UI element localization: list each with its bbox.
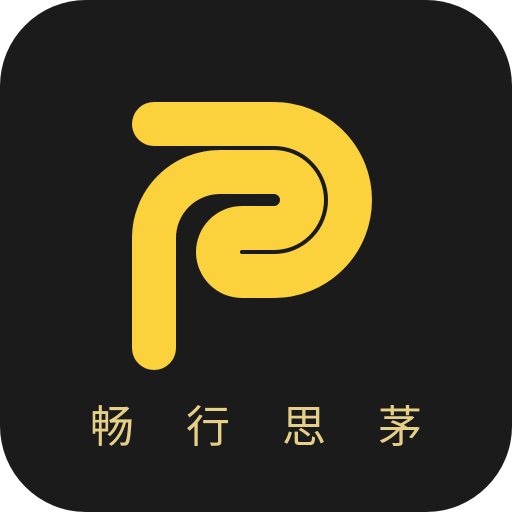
app-icon[interactable]: 畅行思茅 — [0, 0, 512, 512]
app-name: 畅行思茅 — [90, 402, 474, 453]
